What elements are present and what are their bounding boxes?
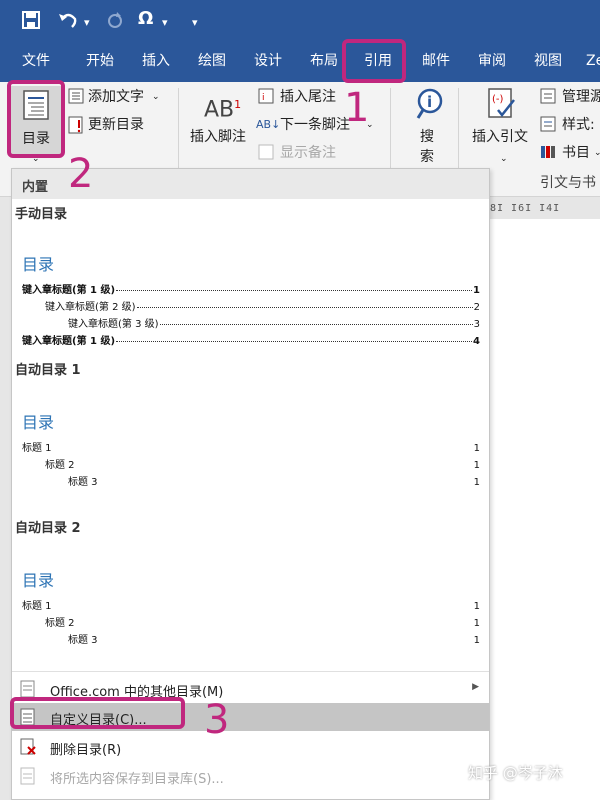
remove-toc-item[interactable]: 删除目录(R) bbox=[12, 733, 489, 761]
tab-view[interactable]: 视图 bbox=[534, 52, 562, 70]
bibliography-icon bbox=[541, 146, 555, 158]
show-notes-button: 显示备注 bbox=[280, 145, 336, 161]
search-button-line2[interactable]: 索 bbox=[420, 148, 434, 166]
manual-toc-heading: 目录 bbox=[22, 255, 55, 274]
add-text-button[interactable]: 添加文字 bbox=[88, 88, 144, 106]
auto-toc-2-option[interactable]: 自动目录 2 目录 标题 11 标题 21 标题 31 bbox=[12, 515, 489, 673]
annotation-number-3: 3 bbox=[204, 697, 230, 743]
office-document-icon bbox=[20, 680, 35, 698]
tab-draw[interactable]: 绘图 bbox=[198, 52, 226, 70]
svg-text:i: i bbox=[427, 93, 432, 111]
auto-toc-2-title: 自动目录 2 bbox=[15, 521, 81, 536]
tab-home[interactable]: 开始 bbox=[86, 52, 114, 70]
insert-endnote-button[interactable]: 插入尾注 bbox=[280, 88, 336, 106]
next-footnote-icon: AB↓ bbox=[256, 118, 281, 131]
redo-icon bbox=[108, 12, 122, 28]
save-selection-item: 将所选内容保存到目录库(S)... bbox=[12, 762, 489, 790]
toc-preview-row: 键入章标题(第 2 级) 2 bbox=[45, 302, 480, 313]
ruler: 8I I6I I4I bbox=[490, 203, 561, 214]
insert-endnote-icon: i bbox=[258, 88, 274, 104]
add-text-dropdown-icon[interactable]: ⌄ bbox=[152, 88, 160, 106]
toc-preview-row: 标题 31 bbox=[68, 635, 480, 646]
document-area bbox=[490, 197, 600, 800]
auto-toc-1-title: 自动目录 1 bbox=[15, 363, 81, 378]
footnote-icon: AB1 bbox=[204, 97, 242, 123]
manage-sources-icon bbox=[540, 88, 556, 104]
ribbon-separator bbox=[178, 88, 179, 168]
style-icon bbox=[540, 116, 556, 132]
bibliography-dropdown-icon[interactable]: ⌄ bbox=[594, 144, 600, 162]
save-icon[interactable] bbox=[22, 11, 40, 29]
toc-preview-row: 标题 21 bbox=[45, 618, 480, 629]
undo-icon[interactable] bbox=[58, 11, 78, 29]
watermark: 知乎 @岑子沐 bbox=[468, 764, 563, 782]
quick-access-toolbar: ▾ Ω ▾ ▾ bbox=[0, 0, 600, 40]
annotation-number-2: 2 bbox=[68, 151, 94, 197]
save-to-gallery-icon bbox=[20, 767, 35, 785]
symbol-dropdown-icon[interactable]: ▾ bbox=[162, 12, 168, 34]
gallery-header-label: 内置 bbox=[22, 180, 49, 195]
insert-citation-button[interactable]: 插入引文 bbox=[472, 128, 528, 146]
search-icon: i bbox=[416, 88, 443, 119]
manage-sources-button[interactable]: 管理源 bbox=[562, 88, 600, 106]
ribbon-separator bbox=[390, 88, 391, 168]
annotation-number-1: 1 bbox=[344, 85, 370, 131]
customize-qat-icon[interactable]: ▾ bbox=[192, 12, 198, 34]
annotation-box-toc-button bbox=[7, 80, 65, 158]
manual-toc-option[interactable]: 手动目录 目录 键入章标题(第 1 级) 1 键入章标题(第 2 级) 2 键入章标… bbox=[12, 199, 489, 359]
toc-preview-row: 标题 31 bbox=[68, 477, 480, 488]
next-footnote-button[interactable]: 下一条脚注 bbox=[280, 116, 350, 134]
tab-review[interactable]: 审阅 bbox=[478, 52, 506, 70]
annotation-box-references-tab bbox=[342, 39, 406, 83]
tab-design[interactable]: 设计 bbox=[254, 52, 282, 70]
undo-dropdown-icon[interactable]: ▾ bbox=[84, 12, 90, 34]
toc-preview-row: 键入章标题(第 3 级) 3 bbox=[68, 319, 480, 330]
toc-preview-row: 键入章标题(第 1 级) 4 bbox=[22, 336, 480, 347]
toc-preview-row: 键入章标题(第 1 级) 1 bbox=[22, 285, 480, 296]
bibliography-button[interactable]: 书目 bbox=[562, 144, 590, 162]
update-toc-button[interactable]: 更新目录 bbox=[88, 116, 144, 134]
insert-citation-icon: (-) bbox=[488, 88, 515, 118]
auto-toc-2-heading: 目录 bbox=[22, 571, 55, 590]
toc-preview-row: 标题 21 bbox=[45, 460, 480, 471]
svg-text:i: i bbox=[262, 93, 265, 103]
style-select[interactable]: 样式: bbox=[562, 116, 595, 134]
save-selection-label: 将所选内容保存到目录库(S)... bbox=[50, 772, 224, 787]
tab-more[interactable]: Ze bbox=[586, 52, 600, 70]
tab-layout[interactable]: 布局 bbox=[310, 52, 338, 70]
show-notes-icon bbox=[258, 144, 274, 160]
add-text-icon bbox=[68, 88, 84, 104]
svg-text:(-): (-) bbox=[492, 94, 504, 105]
submenu-arrow-icon: ▶ bbox=[472, 682, 479, 692]
ribbon-tabs: 文件 开始 插入 绘图 设计 布局 引用 邮件 审阅 视图 Ze bbox=[0, 40, 600, 82]
remove-toc-label: 删除目录(R) bbox=[50, 743, 122, 758]
menu-separator bbox=[12, 671, 489, 672]
manual-toc-title: 手动目录 bbox=[15, 207, 68, 222]
insert-citation-dropdown-icon[interactable]: ⌄ bbox=[500, 150, 508, 168]
auto-toc-1-option[interactable]: 自动目录 1 目录 标题 11 标题 21 标题 31 bbox=[12, 357, 489, 515]
search-button-line1[interactable]: 搜 bbox=[420, 128, 434, 146]
toc-preview-row: 标题 11 bbox=[22, 443, 480, 454]
document-page[interactable] bbox=[490, 219, 600, 800]
tab-file[interactable]: 文件 bbox=[22, 52, 50, 70]
auto-toc-1-heading: 目录 bbox=[22, 413, 55, 432]
ribbon-separator bbox=[458, 88, 459, 168]
toc-preview-row: 标题 11 bbox=[22, 601, 480, 612]
citations-group-label: 引文与书 bbox=[540, 175, 596, 191]
remove-toc-icon bbox=[20, 738, 36, 755]
update-toc-icon bbox=[68, 116, 83, 134]
insert-footnote-button[interactable]: 插入脚注 bbox=[190, 128, 246, 146]
symbol-icon[interactable]: Ω bbox=[138, 8, 153, 30]
tab-mailings[interactable]: 邮件 bbox=[422, 52, 450, 70]
tab-insert[interactable]: 插入 bbox=[142, 52, 170, 70]
annotation-box-custom-toc bbox=[10, 697, 185, 729]
